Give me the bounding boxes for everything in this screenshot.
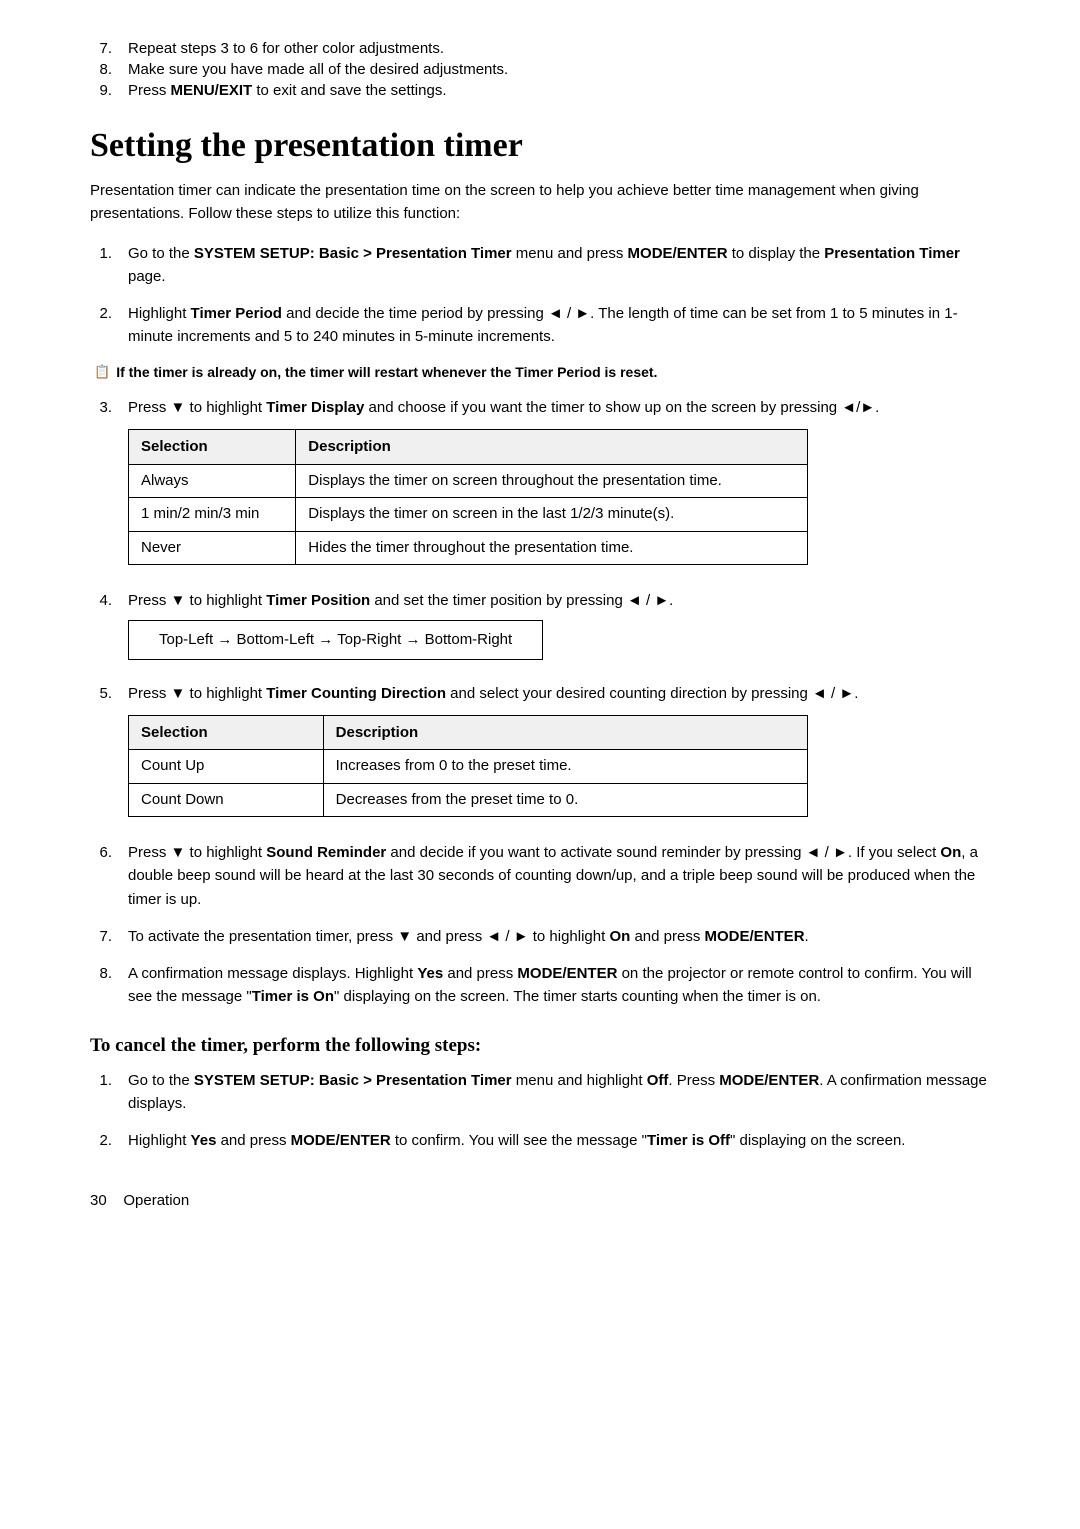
step-1-content: Go to the SYSTEM SETUP: Basic > Presenta… (128, 242, 990, 289)
section-title: Setting the presentation timer (90, 127, 990, 165)
step-3-num: 3. (90, 396, 112, 575)
step-6: 6. Press ▼ to highlight Sound Reminder a… (90, 841, 990, 911)
timer-display-table: Selection Description Always Displays th… (128, 429, 808, 565)
footer-page-number: 30 (90, 1192, 107, 1209)
step-7-content: To activate the presentation timer, pres… (128, 925, 990, 948)
step-8-num: 8. (90, 962, 112, 1009)
cancel-heading: To cancel the timer, perform the followi… (90, 1035, 990, 1057)
step-1-num: 1. (90, 242, 112, 289)
table2-header-description: Description (323, 715, 807, 749)
step-4: 4. Press ▼ to highlight Timer Position a… (90, 589, 990, 668)
intro-step-7-text: Repeat steps 3 to 6 for other color adju… (128, 40, 444, 57)
table1-selection-1min: 1 min/2 min/3 min (129, 498, 296, 532)
table1-selection-always: Always (129, 464, 296, 498)
step-5: 5. Press ▼ to highlight Timer Counting D… (90, 682, 990, 828)
table1-desc-always: Displays the timer on screen throughout … (296, 464, 808, 498)
step-8: 8. A confirmation message displays. High… (90, 962, 990, 1009)
intro-step-8: 8. Make sure you have made all of the de… (90, 61, 990, 78)
intro-step-9-text: Press MENU/EXIT to exit and save the set… (128, 82, 447, 99)
note-text: If the timer is already on, the timer wi… (116, 363, 657, 383)
intro-step-7: 7. Repeat steps 3 to 6 for other color a… (90, 40, 990, 57)
cancel-step-1-content: Go to the SYSTEM SETUP: Basic > Presenta… (128, 1069, 990, 1116)
table1-header-selection: Selection (129, 430, 296, 464)
table1-desc-never: Hides the timer throughout the presentat… (296, 531, 808, 565)
step-2: 2. Highlight Timer Period and decide the… (90, 302, 990, 349)
step-4-num: 4. (90, 589, 112, 668)
table2-desc-countup: Increases from 0 to the preset time. (323, 750, 807, 784)
step-3: 3. Press ▼ to highlight Timer Display an… (90, 396, 990, 575)
main-steps-list: 1. Go to the SYSTEM SETUP: Basic > Prese… (90, 242, 990, 1009)
intro-step-8-text: Make sure you have made all of the desir… (128, 61, 508, 78)
step-7-num: 7. (90, 925, 112, 948)
cancel-step-2-num: 2. (90, 1129, 112, 1152)
timer-counting-table: Selection Description Count Up Increases… (128, 715, 808, 817)
table2-selection-countdown: Count Down (129, 783, 324, 817)
cancel-step-2: 2. Highlight Yes and press MODE/ENTER to… (90, 1129, 990, 1152)
cancel-steps-list: 1. Go to the SYSTEM SETUP: Basic > Prese… (90, 1069, 990, 1153)
table1-selection-never: Never (129, 531, 296, 565)
step-6-num: 6. (90, 841, 112, 911)
table2-desc-countdown: Decreases from the preset time to 0. (323, 783, 807, 817)
table1-desc-1min: Displays the timer on screen in the last… (296, 498, 808, 532)
table1-row-never: Never Hides the timer throughout the pre… (129, 531, 808, 565)
cancel-step-1: 1. Go to the SYSTEM SETUP: Basic > Prese… (90, 1069, 990, 1116)
step-5-content: Press ▼ to highlight Timer Counting Dire… (128, 682, 990, 828)
position-box: Top-Left → Bottom-Left → Top-Right → Bot… (128, 620, 543, 659)
intro-paragraph: Presentation timer can indicate the pres… (90, 179, 990, 226)
table2-row-countdown: Count Down Decreases from the preset tim… (129, 783, 808, 817)
table1-row-1min: 1 min/2 min/3 min Displays the timer on … (129, 498, 808, 532)
table1-row-always: Always Displays the timer on screen thro… (129, 464, 808, 498)
step-2-num: 2. (90, 302, 112, 349)
table2-header-selection: Selection (129, 715, 324, 749)
step-8-content: A confirmation message displays. Highlig… (128, 962, 990, 1009)
step-1: 1. Go to the SYSTEM SETUP: Basic > Prese… (90, 242, 990, 289)
cancel-step-1-num: 1. (90, 1069, 112, 1116)
note-box: 📋 If the timer is already on, the timer … (90, 363, 990, 383)
cancel-step-2-content: Highlight Yes and press MODE/ENTER to co… (128, 1129, 990, 1152)
intro-step-9-num: 9. (90, 82, 112, 99)
note-icon: 📋 (94, 364, 110, 380)
footer: 30 Operation (90, 1192, 990, 1209)
intro-step-7-num: 7. (90, 40, 112, 57)
step-2-content: Highlight Timer Period and decide the ti… (128, 302, 990, 349)
step-5-num: 5. (90, 682, 112, 828)
step-3-content: Press ▼ to highlight Timer Display and c… (128, 396, 990, 575)
table2-row-countup: Count Up Increases from 0 to the preset … (129, 750, 808, 784)
step-4-content: Press ▼ to highlight Timer Position and … (128, 589, 990, 668)
table1-header-description: Description (296, 430, 808, 464)
step-6-content: Press ▼ to highlight Sound Reminder and … (128, 841, 990, 911)
footer-section-label: Operation (123, 1192, 189, 1209)
intro-step-9: 9. Press MENU/EXIT to exit and save the … (90, 82, 990, 99)
intro-steps-list: 7. Repeat steps 3 to 6 for other color a… (90, 40, 990, 99)
intro-step-8-num: 8. (90, 61, 112, 78)
table2-selection-countup: Count Up (129, 750, 324, 784)
step-7: 7. To activate the presentation timer, p… (90, 925, 990, 948)
